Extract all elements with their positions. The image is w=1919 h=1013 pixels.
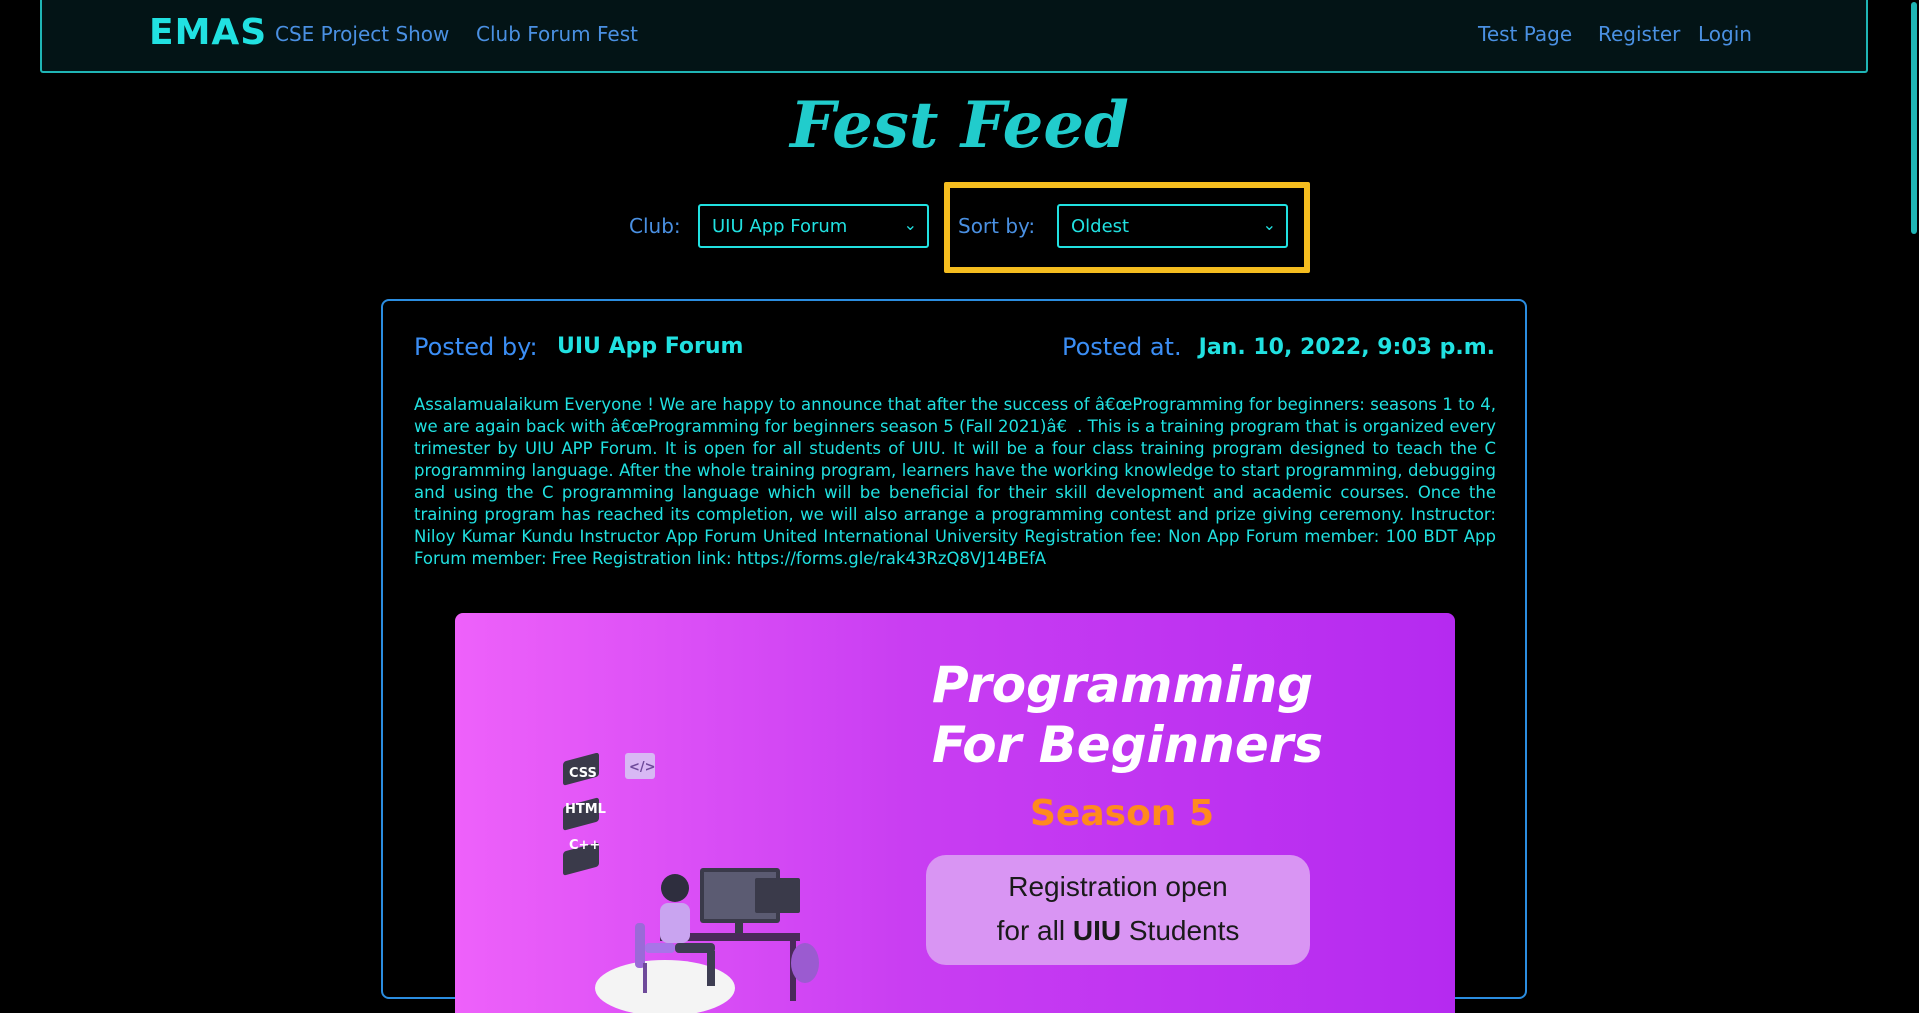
club-select-value: UIU App Forum [712, 216, 848, 237]
nav-link-login[interactable]: Login [1698, 22, 1752, 46]
post-banner-image: CSS HTML C++ </> Programming For Beginne… [455, 613, 1455, 1013]
club-filter-label: Club: [629, 214, 681, 238]
club-select[interactable]: UIU App Forum ⌄ [698, 204, 929, 248]
banner-season: Season 5 [1030, 793, 1215, 834]
brand-logo-link[interactable]: EMAS [149, 12, 267, 53]
posted-by-value: UIU App Forum [557, 334, 744, 359]
banner-tag-code: </> [629, 760, 656, 775]
banner-pill-suffix: Students [1121, 915, 1240, 946]
sort-select-value: Oldest [1071, 216, 1130, 237]
nav-link-register[interactable]: Register [1598, 22, 1680, 46]
banner-title-line2: For Beginners [932, 716, 1324, 774]
banner-tag-cpp: C++ [569, 838, 600, 853]
programmer-illustration-icon: CSS HTML C++ </> [563, 753, 819, 1013]
posted-at-label: Posted at. [1062, 333, 1182, 361]
banner-title-line1: Programming [932, 656, 1314, 714]
post-card: Posted by: UIU App Forum Posted at. Jan.… [381, 299, 1527, 1013]
banner-tag-html: HTML [565, 802, 606, 817]
banner-title: Programming For Beginners [932, 655, 1323, 775]
sort-filter-label: Sort by: [958, 214, 1036, 238]
nav-link-test-page[interactable]: Test Page [1478, 22, 1572, 46]
posted-at-value: Jan. 10, 2022, 9:03 p.m. [1198, 335, 1495, 360]
sort-select[interactable]: Oldest ⌄ [1057, 204, 1288, 248]
scrollbar-thumb[interactable] [1911, 2, 1917, 234]
banner-pill-prefix: for all [996, 915, 1073, 946]
posted-by-label: Posted by: [414, 333, 538, 361]
page-scrollbar[interactable] [1911, 0, 1919, 967]
banner-pill-line1: Registration open [1008, 871, 1228, 902]
page-title: Fest Feed [790, 88, 1129, 163]
chevron-down-icon: ⌄ [1262, 215, 1276, 234]
banner-pill-bold: UIU [1072, 915, 1122, 946]
banner-registration-pill: Registration open for all UIU Students [926, 855, 1310, 965]
banner-pill-line2: for all UIU Students [926, 909, 1310, 953]
nav-link-cse-project-show[interactable]: CSE Project Show [275, 22, 449, 46]
top-navbar: EMAS CSE Project Show Club Forum Fest Te… [40, 0, 1868, 73]
nav-link-club-forum-fest[interactable]: Club Forum Fest [476, 22, 638, 46]
banner-tag-css: CSS [569, 766, 597, 781]
post-body-text: Assalamualaikum Everyone ! We are happy … [414, 395, 1496, 568]
chevron-down-icon: ⌄ [903, 215, 917, 234]
